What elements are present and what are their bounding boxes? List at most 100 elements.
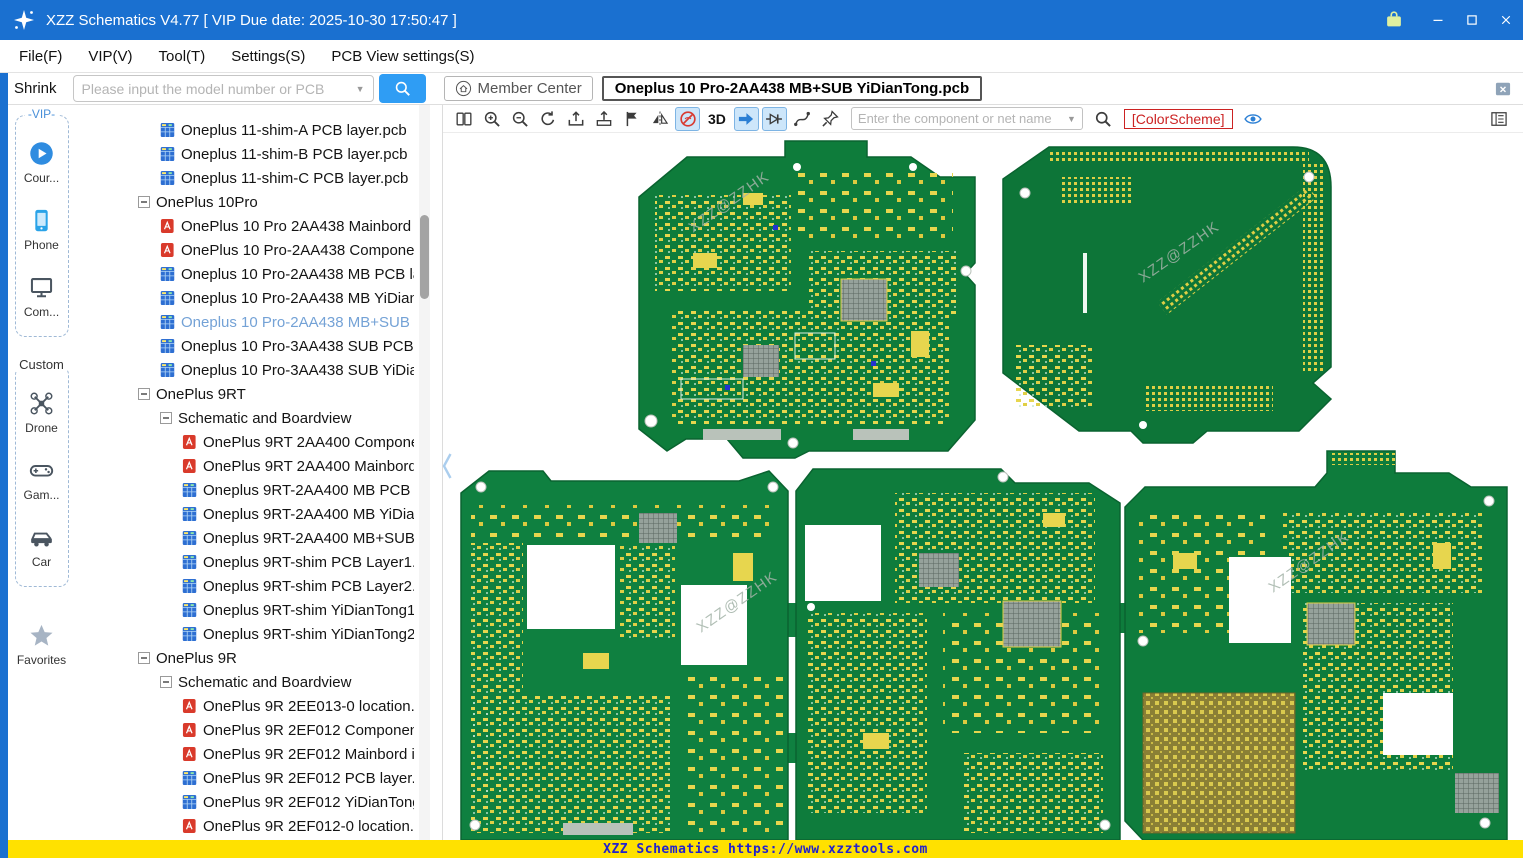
open-file-tab[interactable]: Oneplus 10 Pro-2AA438 MB+SUB YiDianTong.…	[601, 76, 983, 101]
maximize-button[interactable]	[1455, 0, 1489, 40]
layer-list-icon[interactable]	[1486, 107, 1511, 131]
member-center-button[interactable]: Member Center	[443, 76, 593, 101]
dropdown-caret-icon[interactable]: ▼	[356, 84, 365, 94]
tree-item-label: Oneplus 9RT-2AA400 MB YiDianT	[203, 505, 414, 523]
sidebar-item-phone[interactable]: Phone	[24, 207, 59, 252]
pcb-file-icon	[182, 770, 197, 786]
sidebar-item-computer[interactable]: Com...	[24, 274, 59, 319]
colorscheme-button[interactable]: [ColorScheme]	[1123, 108, 1233, 129]
tree-item[interactable]: OnePlus 10 Pro-2AA438 Component	[75, 238, 414, 262]
tree-item[interactable]: Oneplus 10 Pro-2AA438 MB YiDianT	[75, 286, 414, 310]
zoom-out-icon[interactable]	[507, 107, 532, 131]
tree-item[interactable]: OnePlus 9R 2EF012 Mainbord ima	[75, 742, 414, 766]
dropdown-caret-icon[interactable]: ▼	[1067, 114, 1076, 124]
tree-item[interactable]: OnePlus 10 Pro 2AA438 Mainbord ir	[75, 214, 414, 238]
tree-item[interactable]: Oneplus 10 Pro-2AA438 MB PCB lay	[75, 262, 414, 286]
tree-item[interactable]: Schematic and Boardview	[75, 406, 414, 430]
tree-scrollbar[interactable]	[419, 105, 430, 840]
component-search-combo[interactable]: ▼	[850, 107, 1083, 130]
tree-item[interactable]: Oneplus 9RT-shim YiDianTong1.p	[75, 598, 414, 622]
sidebar-item-course[interactable]: Cour...	[24, 140, 59, 185]
component-search-icon[interactable]	[1091, 107, 1116, 131]
sidebar-item-drone[interactable]: Drone	[25, 390, 58, 435]
3d-toggle[interactable]: 3D	[708, 111, 726, 127]
tree-item-label: OnePlus 9R 2EF012 Component e	[203, 721, 414, 739]
split-view-icon	[454, 109, 474, 129]
tree-item[interactable]: OnePlus 9R 2EF012-0 location.pd	[75, 814, 414, 838]
tree-item[interactable]: Oneplus 11-shim-A PCB layer.pcb	[75, 118, 414, 142]
tree-item[interactable]: OnePlus 9RT 2AA400 Mainbord ir	[75, 454, 414, 478]
tree-item[interactable]: Oneplus 10 Pro-2AA438 MB+SUB Yi	[75, 310, 414, 334]
tree-item[interactable]: Oneplus 10 Pro-3AA438 SUB YiDianT	[75, 358, 414, 382]
app-window: XZZ Schematics V4.77 [ VIP Due date: 202…	[0, 0, 1523, 858]
flag-icon[interactable]	[619, 107, 644, 131]
zoom-in-icon[interactable]	[479, 107, 504, 131]
tree-item-label: OnePlus 9RT 2AA400 Mainbord ir	[203, 457, 414, 475]
collapse-toggle-icon[interactable]	[138, 652, 150, 664]
flip-horizontal-icon[interactable]	[647, 107, 672, 131]
tree-item[interactable]: OnePlus 9R 2EF012 Component e	[75, 718, 414, 742]
visibility-eye-icon[interactable]	[1241, 107, 1266, 131]
menu-vip[interactable]: VIP(V)	[75, 48, 145, 65]
collapse-toggle-icon[interactable]	[138, 196, 150, 208]
close-button[interactable]	[1489, 0, 1523, 40]
sidebar-item-game[interactable]: Gam...	[23, 457, 60, 502]
tree-item[interactable]: Oneplus 11-shim-C PCB layer.pcb	[75, 166, 414, 190]
custom-box-label: Custom	[16, 357, 67, 372]
pcb-file-icon	[160, 122, 175, 138]
menu-tool[interactable]: Tool(T)	[146, 48, 219, 65]
tree-item[interactable]: Oneplus 10 Pro-3AA438 SUB PCB la	[75, 334, 414, 358]
tree-item[interactable]: Oneplus 9RT-2AA400 MB+SUB Yi	[75, 526, 414, 550]
tree-item[interactable]: Oneplus 11-shim-B PCB layer.pcb	[75, 142, 414, 166]
sidebar-item-car[interactable]: Car	[28, 524, 55, 569]
tree-item[interactable]: OnePlus 9RT 2AA400 Component	[75, 430, 414, 454]
tree-item[interactable]: OnePlus 9R 2EE013-0 location.pd	[75, 694, 414, 718]
collapse-toggle-icon[interactable]	[160, 676, 172, 688]
tree-item[interactable]: Oneplus 9RT-2AA400 MB PCB Lay	[75, 478, 414, 502]
refresh-icon	[538, 109, 558, 129]
pcb-canvas[interactable]: XZZ@ZZHK XZZ@ZZHK XZZ@ZZHK XZZ@ZZHK	[443, 133, 1523, 840]
menu-pcb-view-settings[interactable]: PCB View settings(S)	[318, 48, 487, 65]
measure-curve-icon[interactable]	[790, 107, 815, 131]
search-button[interactable]	[378, 74, 426, 103]
model-search-combo[interactable]: ▼	[72, 75, 374, 102]
menu-settings[interactable]: Settings(S)	[218, 48, 318, 65]
tree-item[interactable]: OnePlus 9R 2EF012 YiDianTong.p	[75, 790, 414, 814]
component-search-input[interactable]	[857, 111, 1063, 126]
tree-item[interactable]: OnePlus 9RT	[75, 382, 414, 406]
collapse-toggle-icon[interactable]	[138, 388, 150, 400]
split-view-icon[interactable]	[451, 107, 476, 131]
select-arrow-icon[interactable]	[733, 106, 759, 131]
tree-item-label: OnePlus 10Pro	[156, 193, 258, 211]
refresh-icon[interactable]	[535, 107, 560, 131]
sidebar-item-favorites[interactable]: Favorites	[17, 622, 66, 667]
tree-item[interactable]: Oneplus 9RT-shim PCB Layer1.pcl	[75, 550, 414, 574]
pin-icon[interactable]	[818, 107, 843, 131]
panel-close-icon[interactable]	[1493, 79, 1513, 99]
model-search-input[interactable]	[81, 80, 352, 97]
tree-scrollbar-thumb[interactable]	[420, 215, 429, 299]
tree-item[interactable]: Oneplus 9RT-2AA400 MB YiDianT	[75, 502, 414, 526]
flip-horizontal-icon	[650, 109, 670, 129]
tree-item[interactable]: OnePlus 9R 2EF012 PCB layer.pcb	[75, 766, 414, 790]
export-board-icon[interactable]	[591, 107, 616, 131]
tree-item[interactable]: Oneplus 9RT-shim YiDianTong2.p	[75, 622, 414, 646]
collapse-toggle-icon[interactable]	[160, 412, 172, 424]
minimize-button[interactable]	[1421, 0, 1455, 40]
pdf-file-icon	[182, 458, 197, 474]
status-bar: XZZ Schematics https://www.xzztools.com	[8, 840, 1523, 858]
tree-item[interactable]: OnePlus 9R	[75, 646, 414, 670]
briefcase-icon[interactable]	[1383, 9, 1405, 31]
import-board-icon[interactable]	[563, 107, 588, 131]
tree-item-label: OnePlus 9R 2EE013-0 location.pd	[203, 697, 414, 715]
collapse-tree-arrow[interactable]	[440, 448, 454, 484]
shrink-button[interactable]: Shrink	[14, 80, 57, 97]
visibility-eye-icon	[1243, 109, 1263, 129]
pcb-file-icon	[160, 338, 175, 354]
tree-item[interactable]: Oneplus 9RT-shim PCB Layer2.pcl	[75, 574, 414, 598]
tree-item[interactable]: Schematic and Boardview	[75, 670, 414, 694]
hide-overlay-icon[interactable]	[675, 106, 700, 131]
diode-mode-icon[interactable]	[761, 106, 787, 131]
tree-item[interactable]: OnePlus 10Pro	[75, 190, 414, 214]
menu-file[interactable]: File(F)	[6, 48, 75, 65]
